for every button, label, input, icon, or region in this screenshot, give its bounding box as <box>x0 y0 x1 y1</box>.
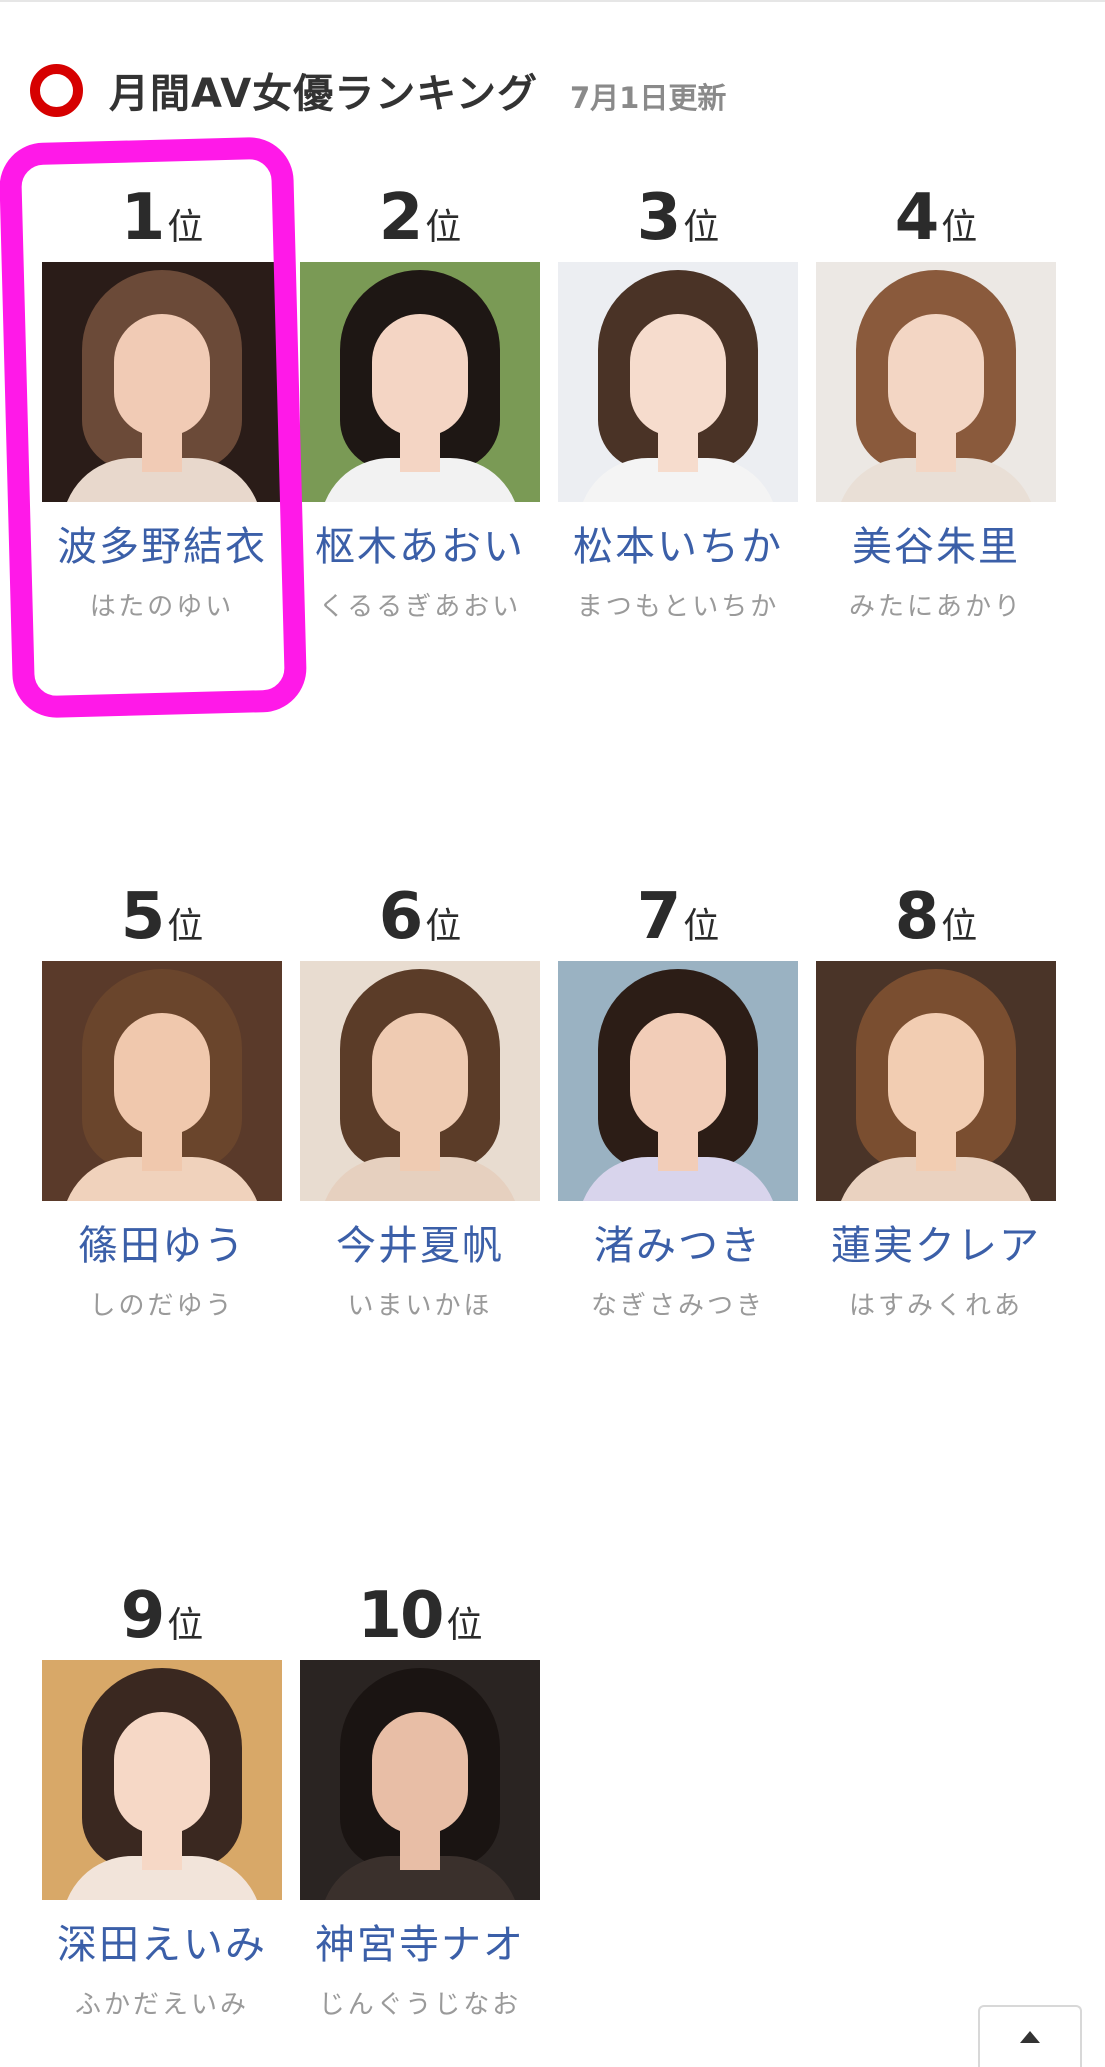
arrow-up-icon <box>1020 2031 1040 2043</box>
actress-name-link[interactable]: 波多野結衣 <box>42 514 282 572</box>
actress-name-link[interactable]: 枢木あおい <box>300 514 540 572</box>
actress-photo[interactable] <box>816 961 1056 1201</box>
ranking-card-8[interactable]: 8位 蓮実クレア はすみくれあ <box>816 885 1056 1322</box>
rank-label: 2位 <box>300 186 540 250</box>
actress-name-link[interactable]: 神宮寺ナオ <box>300 1912 540 1970</box>
actress-kana: ふかだえいみ <box>74 1990 249 2020</box>
actress-name-link[interactable]: 美谷朱里 <box>816 514 1056 572</box>
actress-photo[interactable] <box>816 262 1056 502</box>
rank-number: 2 <box>378 181 424 255</box>
section-title: 月間AV女優ランキング <box>109 71 538 117</box>
rank-number: 6 <box>378 880 424 954</box>
ranking-card-3[interactable]: 3位 松本いちか まつもといちか <box>558 186 798 623</box>
actress-name-link[interactable]: 篠田ゆう <box>42 1213 282 1271</box>
circle-bullet-icon <box>30 63 83 117</box>
rank-suffix: 位 <box>941 906 978 947</box>
rank-suffix: 位 <box>167 207 204 248</box>
rank-number: 9 <box>120 1579 166 1653</box>
ranking-card-9[interactable]: 9位 深田えいみ ふかだえいみ <box>42 1584 282 2021</box>
rank-label: 1位 <box>42 186 282 250</box>
actress-photo[interactable] <box>42 262 282 502</box>
ranking-card-2[interactable]: 2位 枢木あおい くるるぎあおい <box>300 186 540 623</box>
actress-photo[interactable] <box>558 961 798 1201</box>
actress-photo[interactable] <box>300 262 540 502</box>
actress-kana: しのだゆう <box>89 1291 235 1321</box>
actress-kana: まつもといちか <box>576 592 780 622</box>
rank-suffix: 位 <box>167 1605 204 1646</box>
rank-label: 6位 <box>300 885 540 949</box>
actress-kana: はたのゆい <box>89 592 235 622</box>
actress-photo[interactable] <box>558 262 798 502</box>
rank-suffix: 位 <box>683 207 720 248</box>
ranking-card-1[interactable]: 1位 波多野結衣 はたのゆい <box>42 186 282 623</box>
actress-kana: くるるぎあおい <box>318 592 522 622</box>
rank-label: 10 位 <box>300 1584 540 1648</box>
rank-number: 5 <box>120 880 166 954</box>
actress-kana: じんぐうじなお <box>318 1990 522 2020</box>
actress-name-link[interactable]: 今井夏帆 <box>300 1213 540 1271</box>
actress-name-link[interactable]: 松本いちか <box>558 514 798 572</box>
rank-number: 10 <box>357 1579 444 1653</box>
ranking-card-6[interactable]: 6位 今井夏帆 いまいかほ <box>300 885 540 1322</box>
updated-date: 7月1日更新 <box>570 81 727 115</box>
rank-suffix: 位 <box>941 207 978 248</box>
rank-label: 5位 <box>42 885 282 949</box>
actress-kana: みたにあかり <box>848 592 1023 622</box>
rank-suffix: 位 <box>446 1605 483 1646</box>
rank-label: 4位 <box>816 186 1056 250</box>
actress-photo[interactable] <box>300 1660 540 1900</box>
rank-label: 8位 <box>816 885 1056 949</box>
rank-number: 3 <box>636 181 682 255</box>
rank-number: 8 <box>894 880 940 954</box>
rank-number: 1 <box>120 181 166 255</box>
rank-label: 7位 <box>558 885 798 949</box>
rank-label: 9位 <box>42 1584 282 1648</box>
ranking-card-4[interactable]: 4位 美谷朱里 みたにあかり <box>816 186 1056 623</box>
top-divider <box>0 0 1105 2</box>
actress-photo[interactable] <box>42 961 282 1201</box>
actress-kana: いまいかほ <box>347 1291 493 1321</box>
actress-name-link[interactable]: 深田えいみ <box>42 1912 282 1970</box>
ranking-card-7[interactable]: 7位 渚みつき なぎさみつき <box>558 885 798 1322</box>
actress-name-link[interactable]: 蓮実クレア <box>816 1213 1056 1271</box>
actress-photo[interactable] <box>42 1660 282 1900</box>
ranking-card-5[interactable]: 5位 篠田ゆう しのだゆう <box>42 885 282 1322</box>
rank-suffix: 位 <box>167 906 204 947</box>
rank-number: 4 <box>894 181 940 255</box>
ranking-card-10[interactable]: 10 位 神宮寺ナオ じんぐうじなお <box>300 1584 540 2021</box>
actress-kana: なぎさみつき <box>590 1291 765 1321</box>
actress-kana: はすみくれあ <box>848 1291 1023 1321</box>
actress-name-link[interactable]: 渚みつき <box>558 1213 798 1271</box>
actress-photo[interactable] <box>300 961 540 1201</box>
rank-label: 3位 <box>558 186 798 250</box>
scroll-to-top-button[interactable] <box>978 2005 1082 2067</box>
rank-suffix: 位 <box>425 906 462 947</box>
ranking-header: 月間AV女優ランキング 7月1日更新 <box>30 62 726 118</box>
rank-suffix: 位 <box>683 906 720 947</box>
rank-suffix: 位 <box>425 207 462 248</box>
rank-number: 7 <box>636 880 682 954</box>
